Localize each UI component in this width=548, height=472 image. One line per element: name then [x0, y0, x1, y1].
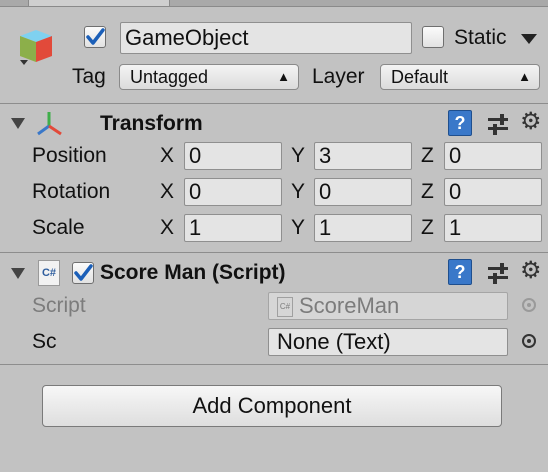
- axis-y-label[interactable]: Y: [291, 143, 305, 169]
- scale-x-field[interactable]: 1: [184, 214, 282, 242]
- rotation-z-field[interactable]: 0: [444, 178, 542, 206]
- script-component-title[interactable]: Score Man (Script): [100, 260, 286, 286]
- axis-x-label[interactable]: X: [160, 215, 174, 241]
- position-label: Position: [32, 144, 107, 167]
- axis-z-label[interactable]: Z: [421, 143, 434, 169]
- tag-dropdown[interactable]: Untagged ▲: [119, 64, 299, 90]
- object-picker-icon[interactable]: [522, 334, 536, 348]
- rotation-label: Rotation: [32, 180, 111, 203]
- script-reference-field: C# ScoreMan: [268, 292, 508, 320]
- checkmark-icon: [86, 28, 105, 45]
- static-dropdown-icon[interactable]: [520, 32, 538, 50]
- transform-title[interactable]: Transform: [100, 111, 203, 137]
- static-checkbox[interactable]: [422, 26, 444, 48]
- axis-z-label[interactable]: Z: [421, 215, 434, 241]
- scale-label: Scale: [32, 216, 85, 239]
- object-name-input[interactable]: GameObject: [120, 22, 412, 54]
- gameobject-cube-icon[interactable]: [12, 26, 60, 70]
- header-divider: [0, 103, 548, 104]
- axis-y-label[interactable]: Y: [291, 179, 305, 205]
- layer-label: Layer: [312, 65, 365, 88]
- rotation-y-field[interactable]: 0: [314, 178, 412, 206]
- gear-icon[interactable]: ⚙: [520, 108, 542, 136]
- transform-foldout-icon[interactable]: [10, 116, 26, 135]
- script-field-label: Script: [32, 294, 86, 317]
- transform-divider: [0, 252, 548, 253]
- tag-value: Untagged: [130, 67, 209, 87]
- gear-icon[interactable]: ⚙: [520, 257, 542, 285]
- tag-label: Tag: [72, 65, 106, 88]
- csharp-script-icon: C#: [277, 297, 293, 318]
- transform-axes-icon: [34, 110, 64, 143]
- updown-arrows-icon: ▲: [277, 69, 290, 84]
- script-divider: [0, 364, 548, 365]
- presets-sliders-icon[interactable]: [486, 261, 510, 290]
- updown-arrows-icon: ▲: [518, 69, 531, 84]
- axis-x-label[interactable]: X: [160, 179, 174, 205]
- object-picker-icon: [522, 298, 536, 312]
- sc-reference-field[interactable]: None (Text): [268, 328, 508, 356]
- scale-y-field[interactable]: 1: [314, 214, 412, 242]
- checkmark-icon: [74, 264, 93, 281]
- script-enabled-checkbox[interactable]: [72, 262, 94, 284]
- layer-value: Default: [391, 67, 449, 87]
- position-y-field[interactable]: 3: [314, 142, 412, 170]
- axis-x-label[interactable]: X: [160, 143, 174, 169]
- presets-sliders-icon[interactable]: [486, 112, 510, 141]
- csharp-script-icon: C#: [38, 260, 60, 286]
- position-x-field[interactable]: 0: [184, 142, 282, 170]
- position-z-field[interactable]: 0: [444, 142, 542, 170]
- scale-z-field[interactable]: 1: [444, 214, 542, 242]
- axis-z-label[interactable]: Z: [421, 179, 434, 205]
- script-reference-value: ScoreMan: [299, 293, 400, 318]
- script-foldout-icon[interactable]: [10, 266, 26, 285]
- static-label: Static: [454, 26, 507, 49]
- sc-field-label: Sc: [32, 330, 57, 353]
- layer-dropdown[interactable]: Default ▲: [380, 64, 540, 90]
- inspector-tab[interactable]: [28, 0, 170, 6]
- active-checkbox[interactable]: [84, 26, 106, 48]
- help-book-icon[interactable]: ?: [448, 110, 472, 136]
- axis-y-label[interactable]: Y: [291, 215, 305, 241]
- rotation-x-field[interactable]: 0: [184, 178, 282, 206]
- add-component-button[interactable]: Add Component: [42, 385, 502, 427]
- help-book-icon[interactable]: ?: [448, 259, 472, 285]
